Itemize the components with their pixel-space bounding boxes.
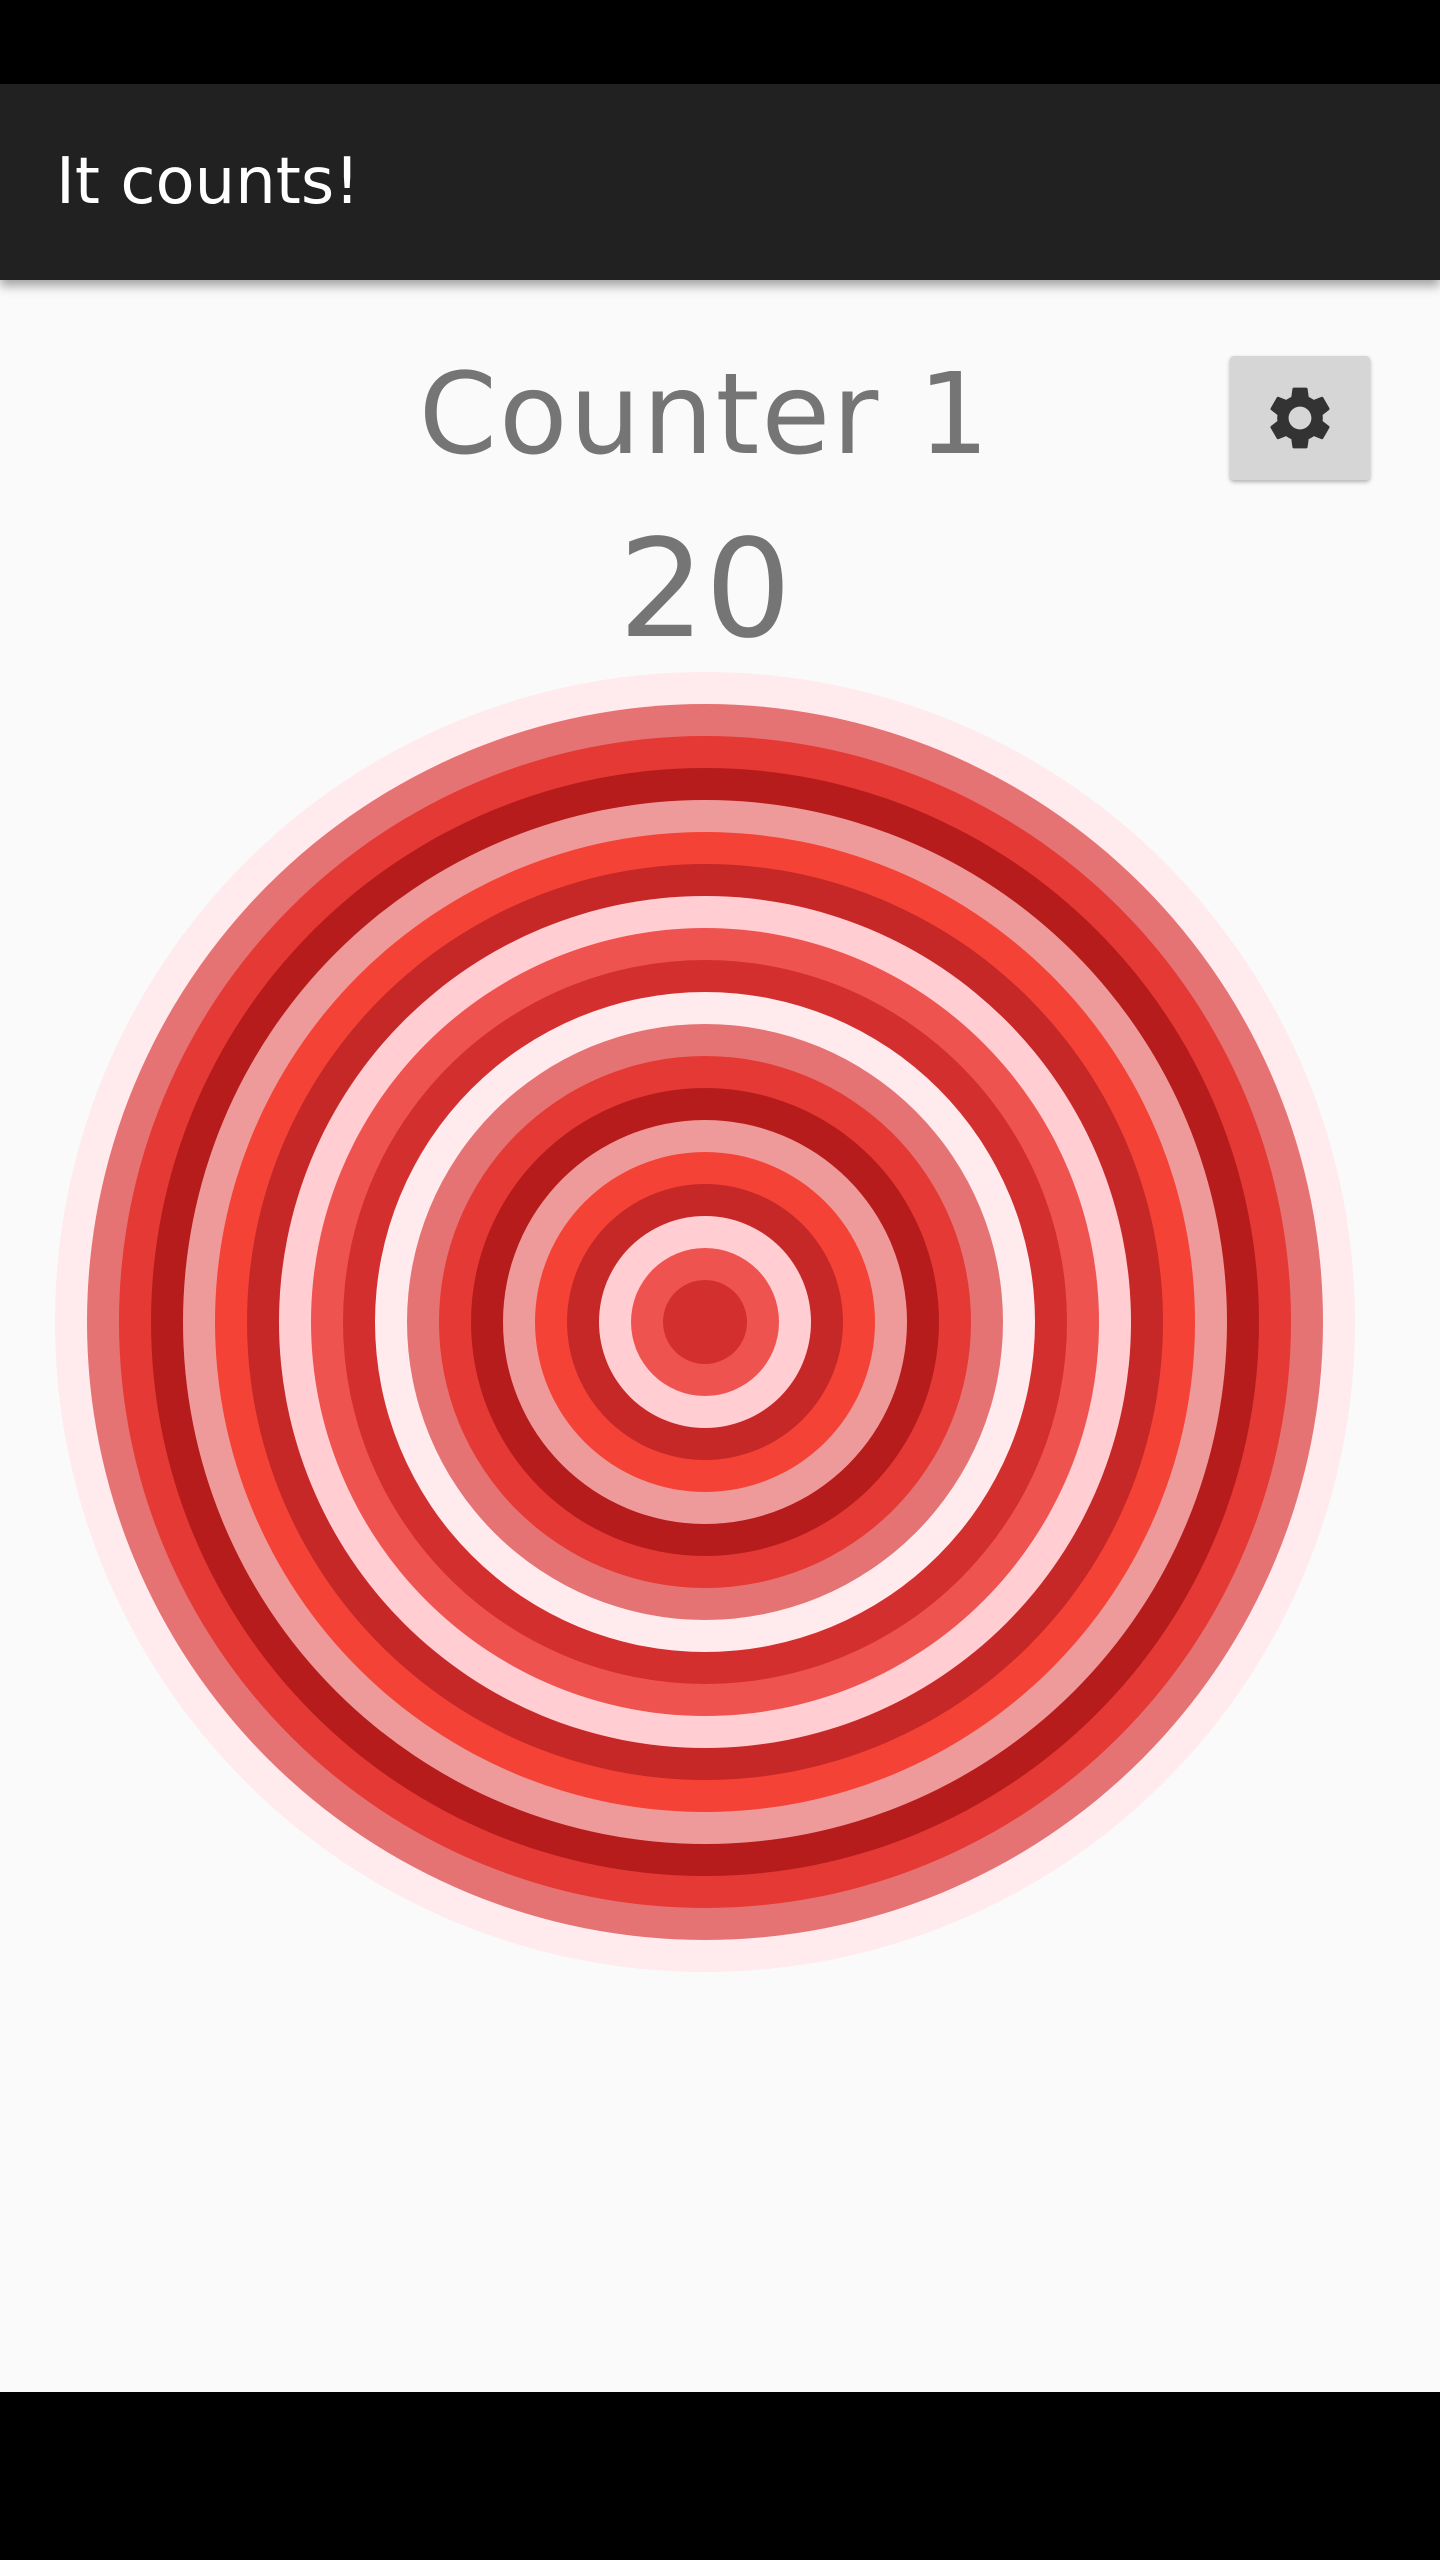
app-title: It counts! [56, 145, 360, 219]
navigation-bar [0, 2392, 1440, 2560]
status-bar [0, 0, 1440, 84]
counter-value: 20 [618, 511, 792, 669]
counter-name: Counter 1 [418, 350, 992, 480]
settings-button[interactable] [1230, 356, 1370, 480]
counter-screen: Counter 1 20 [0, 280, 1440, 2392]
gear-icon [1270, 387, 1330, 449]
app-bar: It counts! [0, 84, 1440, 280]
counter-ring[interactable] [663, 1280, 747, 1364]
